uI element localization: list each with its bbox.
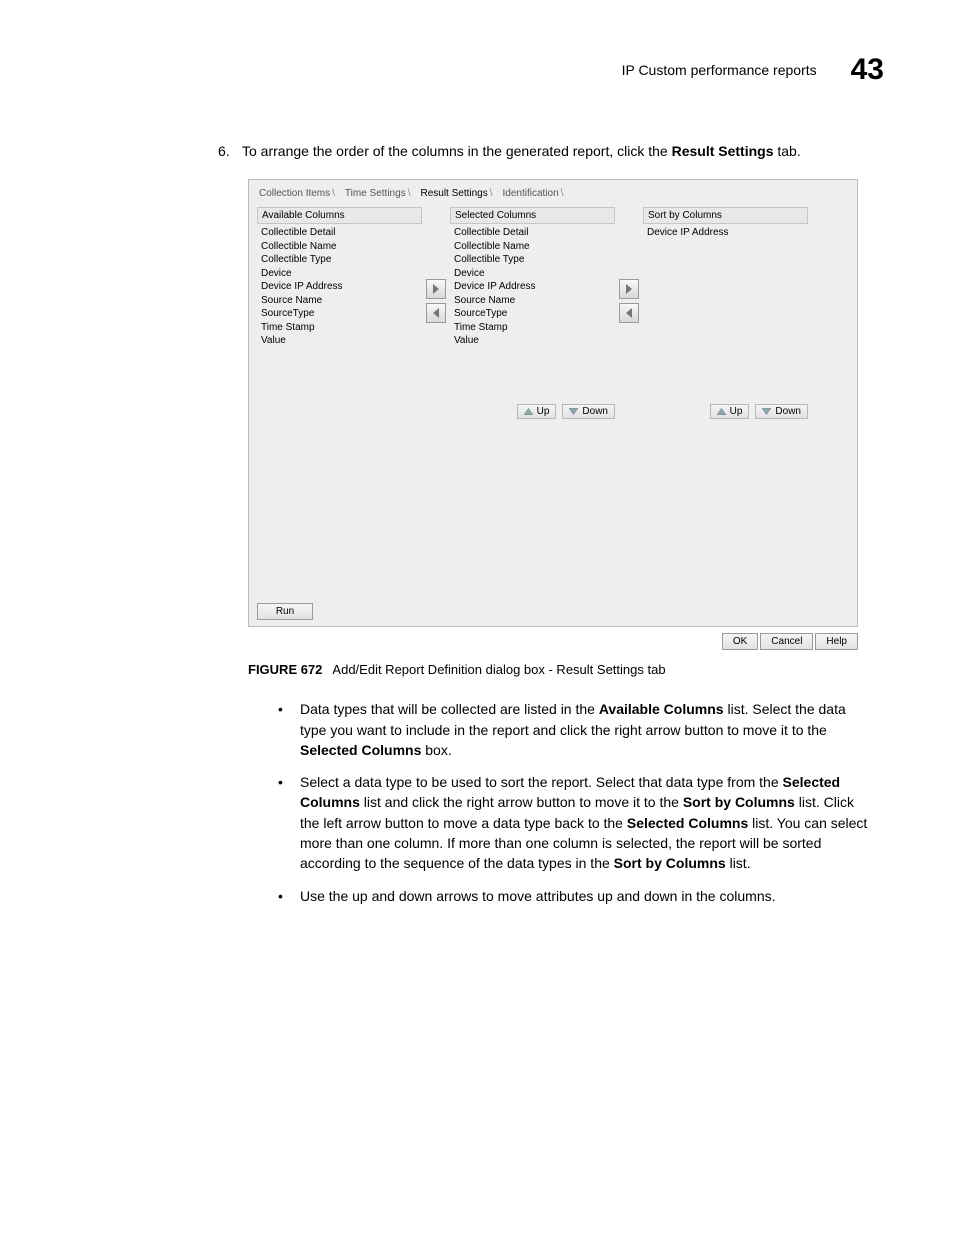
bullet-mark: •: [278, 886, 300, 906]
tab-label: Identification: [503, 188, 559, 199]
figure-caption-text: Add/Edit Report Definition dialog box - …: [332, 662, 665, 677]
down-label: Down: [775, 406, 801, 417]
help-button[interactable]: Help: [815, 633, 858, 650]
step6-bold: Result Settings: [672, 143, 774, 159]
up-label: Up: [730, 406, 743, 417]
text: Use the up and down arrows to move attri…: [300, 888, 776, 904]
step-text: To arrange the order of the columns in t…: [242, 141, 884, 161]
tab-result-settings[interactable]: Result Settings\: [416, 186, 498, 201]
step-number: 6.: [218, 141, 242, 161]
text: list.: [726, 855, 751, 871]
list-item[interactable]: Collectible Name: [261, 240, 418, 254]
triangle-down-icon: [762, 408, 771, 415]
available-columns-label: Available Columns: [257, 207, 422, 224]
bullet-list: • Data types that will be collected are …: [278, 699, 874, 906]
ok-button[interactable]: OK: [722, 633, 758, 650]
triangle-up-icon: [524, 408, 533, 415]
arrow-column-1: [422, 207, 450, 325]
list-item[interactable]: Source Name: [454, 294, 611, 308]
cancel-button[interactable]: Cancel: [760, 633, 813, 650]
arrow-column-2: [615, 207, 643, 325]
list-item[interactable]: Device IP Address: [261, 280, 418, 294]
chevron-left-icon: [432, 308, 440, 318]
run-row: Run: [249, 597, 857, 626]
move-left-button[interactable]: [426, 303, 446, 323]
step-6: 6. To arrange the order of the columns i…: [218, 141, 884, 161]
header-title: IP Custom performance reports: [622, 62, 817, 78]
dialog-footer: OK Cancel Help: [248, 627, 860, 652]
figure-label: FIGURE 672: [248, 662, 322, 677]
step6-suffix: tab.: [773, 143, 800, 159]
panel-result-settings: Available Columns Collectible Detail Col…: [249, 201, 857, 597]
move-left-button[interactable]: [619, 303, 639, 323]
chevron-right-icon: [625, 284, 633, 294]
list-item[interactable]: Device: [261, 267, 418, 281]
selected-columns-label: Selected Columns: [450, 207, 615, 224]
list-item[interactable]: Device IP Address: [647, 226, 804, 240]
chapter-number: 43: [851, 55, 884, 85]
run-button[interactable]: Run: [257, 603, 313, 620]
tab-label: Time Settings: [345, 188, 406, 199]
selected-columns-list[interactable]: Collectible Detail Collectible Name Coll…: [450, 224, 615, 398]
bullet-mark: •: [278, 699, 300, 760]
list-item[interactable]: Value: [454, 334, 611, 348]
tab-strip: Collection Items\ Time Settings\ Result …: [249, 180, 857, 201]
sortby-columns-list[interactable]: Device IP Address: [643, 224, 808, 398]
text: Data types that will be collected are li…: [300, 701, 599, 717]
bold-text: Selected Columns: [300, 742, 421, 758]
move-down-button[interactable]: Down: [562, 404, 615, 419]
list-item[interactable]: Collectible Detail: [261, 226, 418, 240]
step6-prefix: To arrange the order of the columns in t…: [242, 143, 672, 159]
move-up-button[interactable]: Up: [517, 404, 557, 419]
figure-caption: FIGURE 672 Add/Edit Report Definition dia…: [248, 662, 884, 677]
chevron-left-icon: [625, 308, 633, 318]
list-item[interactable]: Source Name: [261, 294, 418, 308]
text: Select a data type to be used to sort th…: [300, 774, 783, 790]
tab-collection-items[interactable]: Collection Items\: [255, 186, 341, 201]
sortby-columns-block: Sort by Columns Device IP Address Up: [643, 207, 808, 419]
tab-identification[interactable]: Identification\: [499, 186, 570, 201]
bold-text: Selected Columns: [627, 815, 748, 831]
selected-columns-block: Selected Columns Collectible Detail Coll…: [450, 207, 615, 419]
bold-text: Sort by Columns: [683, 794, 795, 810]
bold-text: Sort by Columns: [614, 855, 726, 871]
chevron-right-icon: [432, 284, 440, 294]
triangle-down-icon: [569, 408, 578, 415]
dialog-box: Collection Items\ Time Settings\ Result …: [248, 179, 858, 627]
list-item[interactable]: Collectible Type: [454, 253, 611, 267]
available-columns-block: Available Columns Collectible Detail Col…: [257, 207, 422, 398]
list-item[interactable]: Value: [261, 334, 418, 348]
bullet-mark: •: [278, 772, 300, 873]
move-down-button[interactable]: Down: [755, 404, 808, 419]
text: list and click the right arrow button to…: [360, 794, 683, 810]
page-header: IP Custom performance reports 43: [90, 55, 884, 85]
down-label: Down: [582, 406, 608, 417]
text: box.: [421, 742, 451, 758]
list-item[interactable]: Time Stamp: [454, 321, 611, 335]
move-up-button[interactable]: Up: [710, 404, 750, 419]
move-right-button[interactable]: [426, 279, 446, 299]
tab-label: Result Settings: [420, 188, 487, 199]
list-item[interactable]: SourceType: [261, 307, 418, 321]
move-right-button[interactable]: [619, 279, 639, 299]
list-item[interactable]: Collectible Detail: [454, 226, 611, 240]
up-label: Up: [537, 406, 550, 417]
bullet-2: • Select a data type to be used to sort …: [278, 772, 874, 873]
list-item[interactable]: SourceType: [454, 307, 611, 321]
triangle-up-icon: [717, 408, 726, 415]
bullet-1: • Data types that will be collected are …: [278, 699, 874, 760]
list-item[interactable]: Time Stamp: [261, 321, 418, 335]
tab-label: Collection Items: [259, 188, 330, 199]
list-item[interactable]: Device IP Address: [454, 280, 611, 294]
bold-text: Available Columns: [599, 701, 724, 717]
tab-time-settings[interactable]: Time Settings\: [341, 186, 417, 201]
list-item[interactable]: Device: [454, 267, 611, 281]
sortby-columns-label: Sort by Columns: [643, 207, 808, 224]
available-columns-list[interactable]: Collectible Detail Collectible Name Coll…: [257, 224, 422, 398]
list-item[interactable]: Collectible Name: [454, 240, 611, 254]
bullet-3: • Use the up and down arrows to move att…: [278, 886, 874, 906]
figure-672: Collection Items\ Time Settings\ Result …: [248, 179, 884, 652]
list-item[interactable]: Collectible Type: [261, 253, 418, 267]
